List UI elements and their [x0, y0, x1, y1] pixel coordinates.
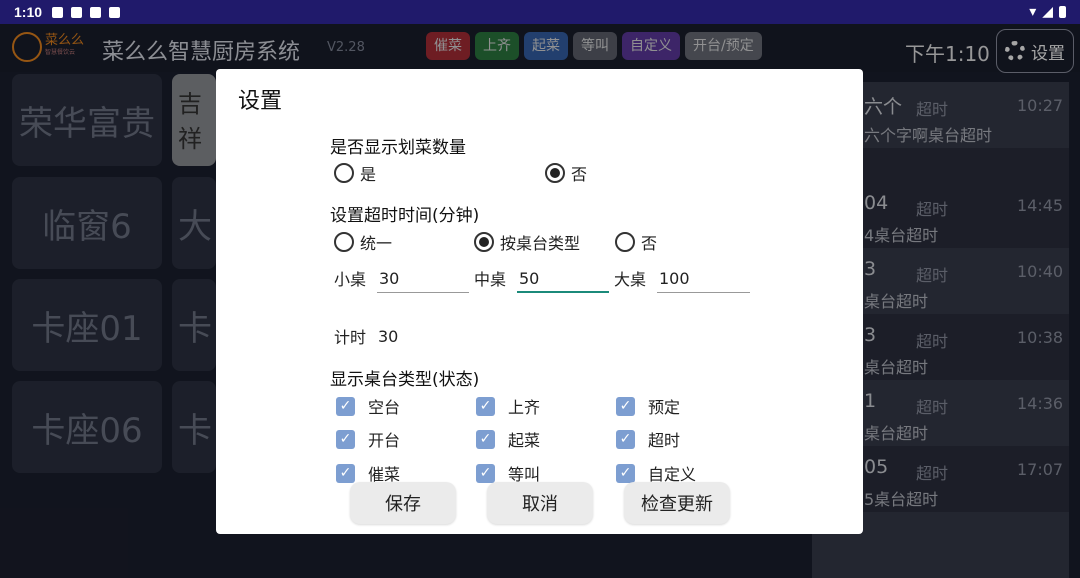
checkbox-start[interactable]: ✓ 起菜	[476, 427, 540, 451]
radio-label: 否	[641, 234, 658, 253]
display-types-label: 显示桌台类型(状态)	[330, 370, 480, 390]
radio-label: 统一	[360, 234, 393, 253]
checkbox-checked-icon: ✓	[336, 396, 355, 416]
checkbox-checked-icon: ✓	[616, 429, 635, 449]
checkbox-served[interactable]: ✓ 上齐	[476, 394, 540, 418]
checkbox-checked-icon: ✓	[476, 396, 495, 416]
checkbox-label: 上齐	[508, 398, 541, 417]
battery-icon	[1059, 6, 1066, 18]
dialog-title: 设置	[238, 89, 283, 114]
wifi-icon: ▾	[1029, 4, 1037, 20]
checkbox-label: 空台	[368, 398, 401, 417]
large-table-timeout-input[interactable]	[657, 265, 750, 293]
status-time: 1:10	[14, 4, 43, 20]
checkbox-label: 开台	[368, 431, 401, 450]
radio-icon	[334, 163, 354, 183]
checkbox-checked-icon: ✓	[336, 463, 355, 483]
show-count-label: 是否显示划菜数量	[330, 138, 466, 158]
checkbox-reserved[interactable]: ✓ 预定	[616, 394, 680, 418]
check-update-button[interactable]: 检查更新	[624, 482, 730, 524]
radio-label: 是	[360, 165, 377, 184]
save-button[interactable]: 保存	[350, 482, 456, 524]
checkbox-checked-icon: ✓	[616, 396, 635, 416]
medium-table-label: 中桌	[474, 270, 507, 289]
shield-icon	[90, 6, 102, 18]
timer-value: 30	[378, 327, 399, 346]
checkbox-checked-icon: ✓	[476, 429, 495, 449]
checkbox-label: 超时	[648, 431, 681, 450]
radio-icon	[615, 232, 635, 252]
checkbox-checked-icon: ✓	[616, 463, 635, 483]
gear-icon	[52, 6, 64, 18]
radio-icon	[545, 163, 565, 183]
notification-icon	[71, 6, 83, 18]
radio-icon	[334, 232, 354, 252]
large-table-label: 大桌	[614, 270, 647, 289]
settings-dialog: 设置 是否显示划菜数量 是 否 设置超时时间(分钟) 统一 按桌台类型 否 小桌…	[216, 69, 863, 534]
signal-icon: ◢	[1042, 4, 1053, 20]
timeout-label: 设置超时时间(分钟)	[330, 206, 480, 226]
small-table-label: 小桌	[334, 270, 367, 289]
radio-timeout-no[interactable]: 否	[615, 230, 657, 254]
checkbox-timeout[interactable]: ✓ 超时	[616, 427, 680, 451]
radio-timeout-unified[interactable]: 统一	[334, 230, 392, 254]
timer-label: 计时	[334, 328, 367, 347]
radio-label: 否	[571, 165, 588, 184]
checkbox-checked-icon: ✓	[476, 463, 495, 483]
checkbox-checked-icon: ✓	[336, 429, 355, 449]
radio-label: 按桌台类型	[500, 234, 581, 253]
checkbox-label: 起菜	[508, 431, 541, 450]
checkbox-label: 预定	[648, 398, 681, 417]
radio-show-count-yes[interactable]: 是	[334, 161, 376, 185]
radio-timeout-by-type[interactable]: 按桌台类型	[474, 230, 580, 254]
cancel-button[interactable]: 取消	[487, 482, 593, 524]
status-bar: 1:10 ▾ ◢	[0, 0, 1080, 24]
radio-icon	[474, 232, 494, 252]
medium-table-timeout-input[interactable]	[517, 265, 609, 293]
sd-card-icon	[109, 6, 121, 18]
checkbox-empty[interactable]: ✓ 空台	[336, 394, 400, 418]
small-table-timeout-input[interactable]	[377, 265, 469, 293]
radio-show-count-no[interactable]: 否	[545, 161, 587, 185]
checkbox-opened[interactable]: ✓ 开台	[336, 427, 400, 451]
